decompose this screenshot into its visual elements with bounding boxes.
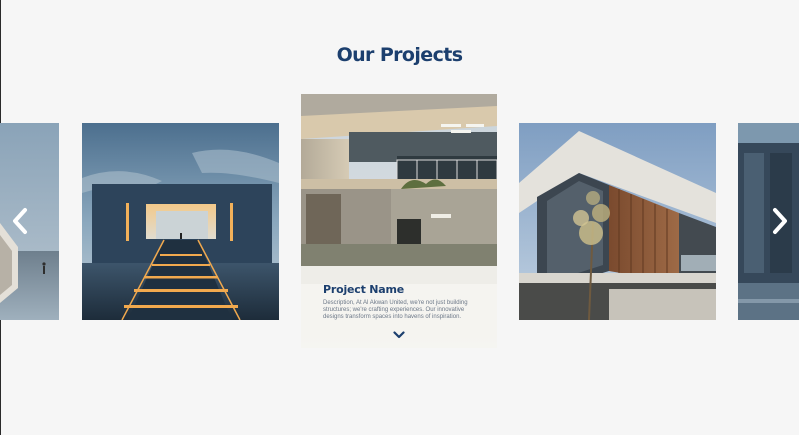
project-image: [82, 123, 279, 320]
section-title: Our Projects: [336, 44, 463, 66]
project-image: [519, 123, 716, 320]
featured-project-info: Project Name Description, At Al Akwan Un…: [301, 266, 497, 348]
project-description: Description, At Al Akwan United, we're n…: [323, 300, 468, 321]
chevron-left-icon[interactable]: [8, 204, 32, 238]
project-name: Project Name: [323, 283, 405, 296]
chevron-right-icon[interactable]: [768, 204, 792, 238]
project-card-left[interactable]: [82, 123, 279, 320]
project-card-right[interactable]: [519, 123, 716, 320]
chevron-down-icon[interactable]: [393, 331, 405, 339]
project-card-featured[interactable]: Project Name Description, At Al Akwan Un…: [301, 94, 497, 348]
